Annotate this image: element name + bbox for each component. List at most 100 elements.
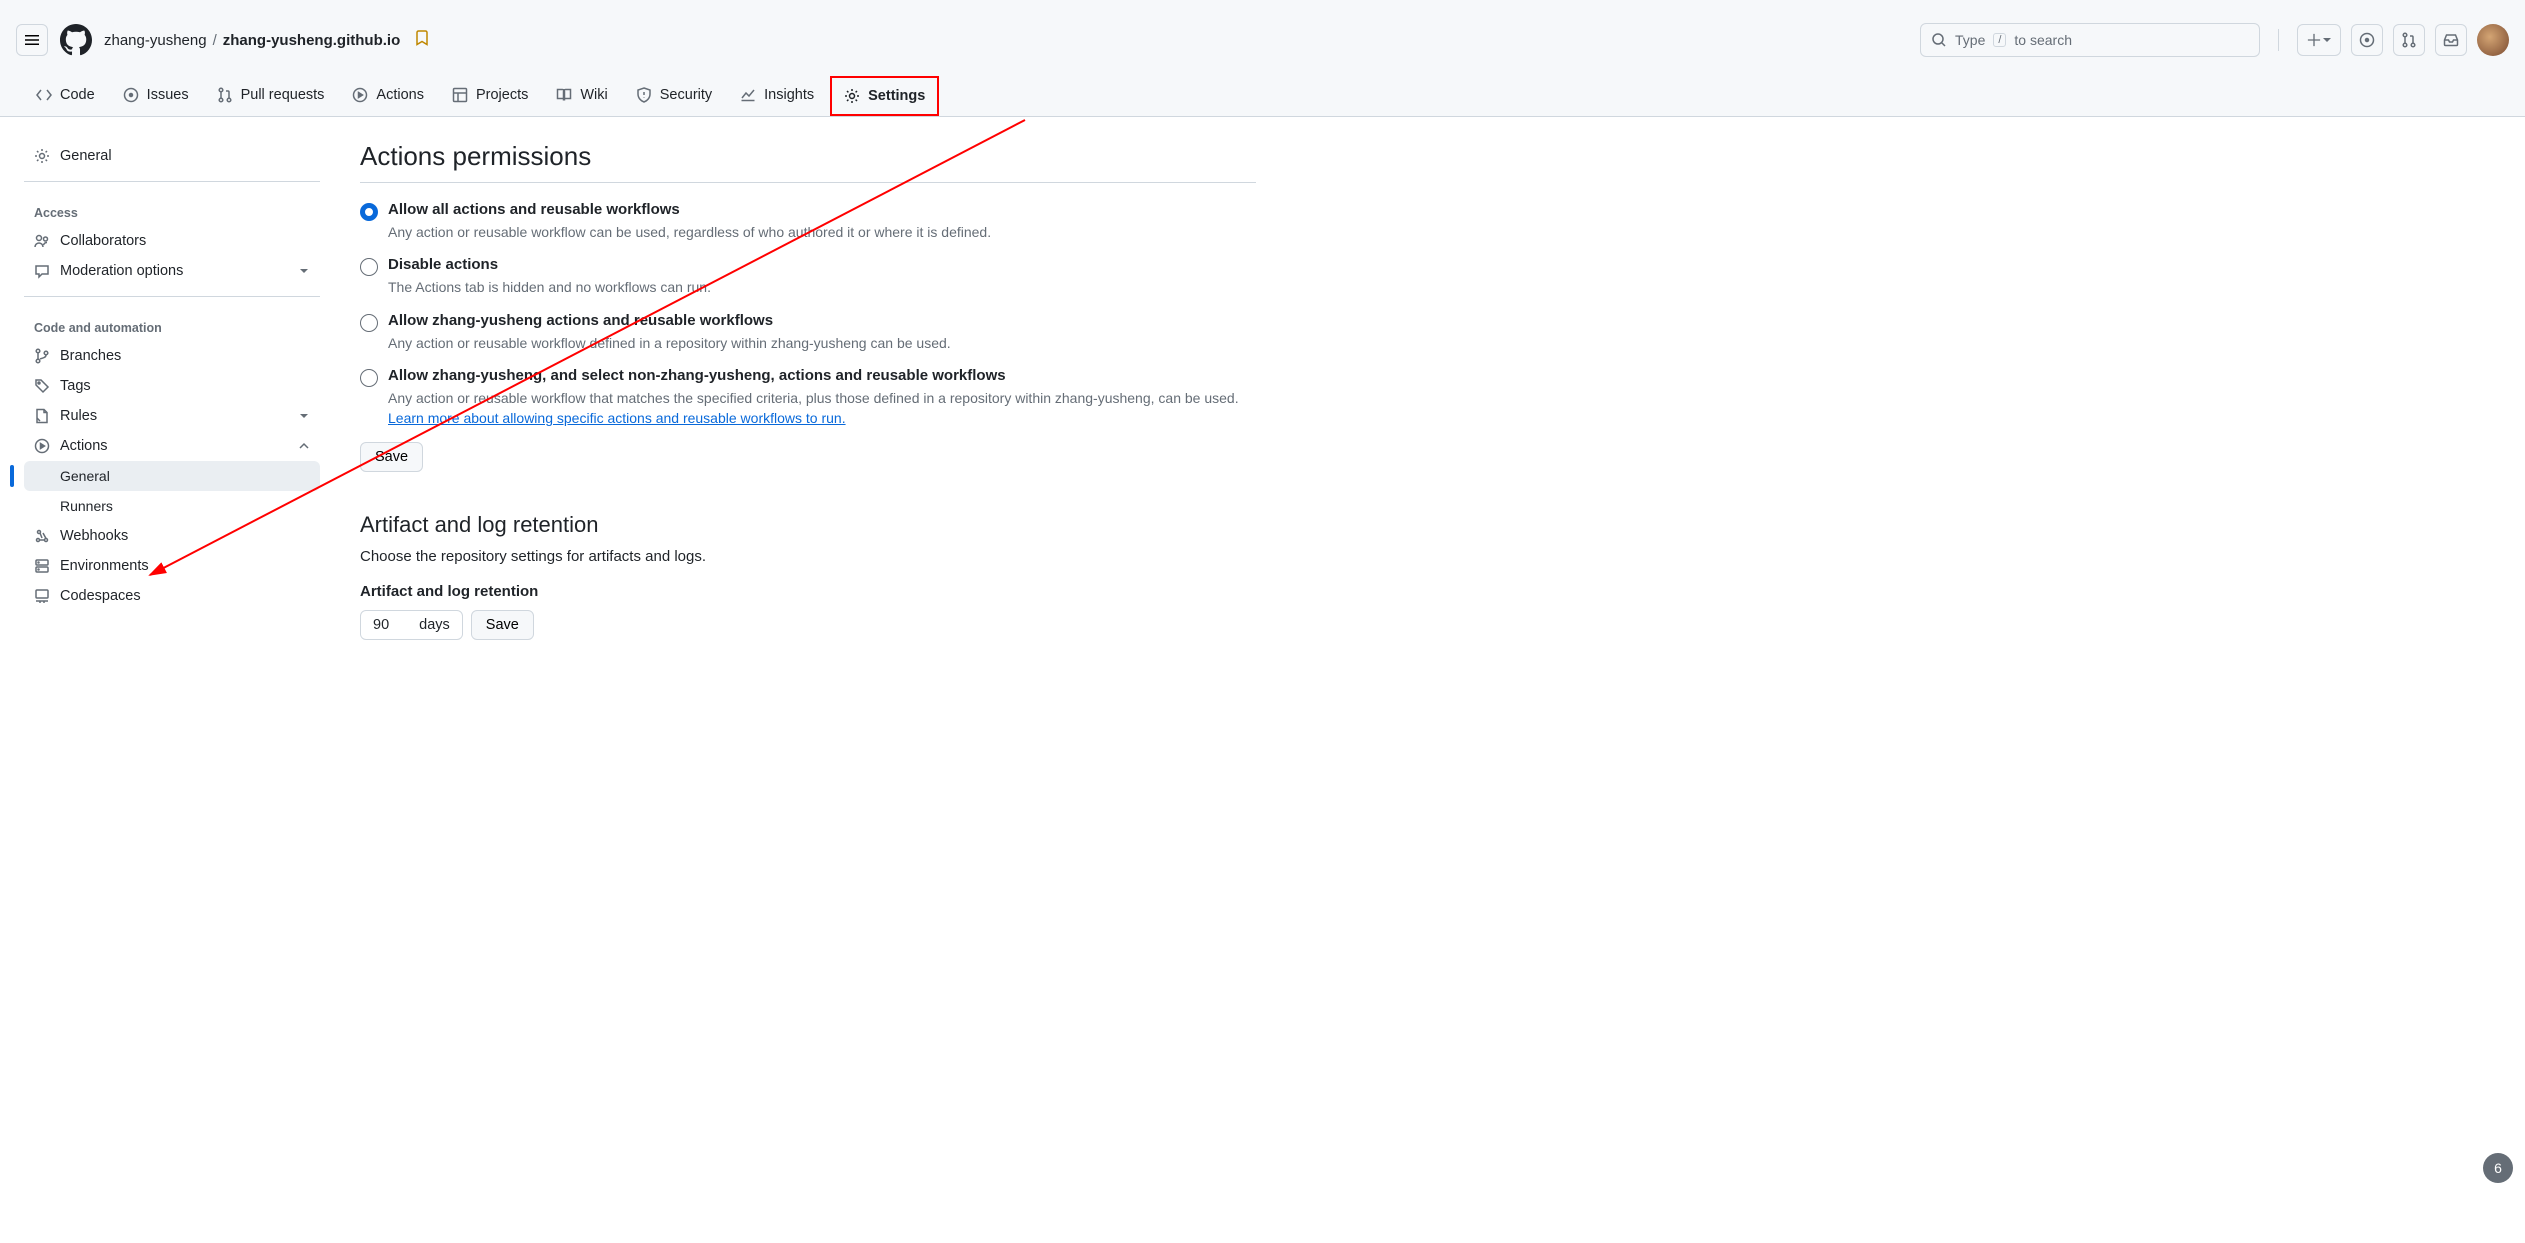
radio-input[interactable] xyxy=(360,314,378,332)
avatar[interactable] xyxy=(2477,24,2509,56)
sidebar-item-moderation[interactable]: Moderation options xyxy=(24,256,320,286)
file-icon xyxy=(34,408,50,424)
tab-actions[interactable]: Actions xyxy=(340,76,436,116)
sidebar-item-label: Webhooks xyxy=(60,528,128,544)
sidebar-item-label: Environments xyxy=(60,558,149,574)
divider xyxy=(24,296,320,297)
content: Actions permissions Allow all actions an… xyxy=(320,141,1280,640)
create-new-button[interactable] xyxy=(2297,24,2341,56)
tab-label: Settings xyxy=(868,88,925,104)
radio-title: Disable actions xyxy=(388,256,711,273)
radio-desc: Any action or reusable workflow that mat… xyxy=(388,388,1256,429)
retention-value: 90 xyxy=(373,617,389,633)
tab-label: Pull requests xyxy=(241,87,325,103)
save-permissions-button[interactable]: Save xyxy=(360,442,423,472)
save-retention-button[interactable]: Save xyxy=(471,610,534,640)
radio-input[interactable] xyxy=(360,369,378,387)
divider xyxy=(24,181,320,182)
separator xyxy=(2278,29,2279,51)
dot-circle-icon xyxy=(123,87,139,103)
sidebar-item-label: General xyxy=(60,468,110,484)
webhook-icon xyxy=(34,528,50,544)
sidebar-item-label: Moderation options xyxy=(60,263,183,279)
dot-circle-icon xyxy=(2359,32,2375,48)
tab-projects[interactable]: Projects xyxy=(440,76,540,116)
sidebar-item-tags[interactable]: Tags xyxy=(24,371,320,401)
sidebar-item-general[interactable]: General xyxy=(24,141,320,171)
search-icon xyxy=(1931,32,1947,48)
repo-nav: Code Issues Pull requests Actions Projec… xyxy=(16,76,2509,116)
tab-label: Projects xyxy=(476,87,528,103)
search-input[interactable]: Type / to search xyxy=(1920,23,2260,57)
chevron-up-icon xyxy=(298,440,310,452)
radio-input[interactable] xyxy=(360,203,378,221)
tab-label: Wiki xyxy=(580,87,607,103)
pull-requests-button[interactable] xyxy=(2393,24,2425,56)
tab-issues[interactable]: Issues xyxy=(111,76,201,116)
people-icon xyxy=(34,233,50,249)
sidebar-item-environments[interactable]: Environments xyxy=(24,551,320,581)
radio-desc-text: Any action or reusable workflow that mat… xyxy=(388,390,1239,406)
sidebar-item-collaborators[interactable]: Collaborators xyxy=(24,226,320,256)
learn-more-link[interactable]: Learn more about allowing specific actio… xyxy=(388,410,846,426)
sidebar-item-label: Actions xyxy=(60,438,108,454)
sidebar-item-label: Runners xyxy=(60,498,113,514)
sidebar-item-label: Collaborators xyxy=(60,233,146,249)
chevron-down-icon xyxy=(298,265,310,277)
tab-insights[interactable]: Insights xyxy=(728,76,826,116)
code-icon xyxy=(36,87,52,103)
radio-allow-all[interactable]: Allow all actions and reusable workflows… xyxy=(360,201,1256,242)
plus-icon xyxy=(2307,33,2321,47)
section-desc: Choose the repository settings for artif… xyxy=(360,548,1256,565)
search-slash-badge: / xyxy=(1993,33,2006,47)
issues-button[interactable] xyxy=(2351,24,2383,56)
breadcrumb: zhang-yusheng / zhang-yusheng.github.io xyxy=(104,30,430,50)
gear-icon xyxy=(34,148,50,164)
sidebar-item-label: Tags xyxy=(60,378,91,394)
sidebar-item-webhooks[interactable]: Webhooks xyxy=(24,521,320,551)
radio-body: Disable actions The Actions tab is hidde… xyxy=(388,256,711,297)
section-title-retention: Artifact and log retention xyxy=(360,512,1256,538)
bookmark-icon[interactable] xyxy=(414,30,430,50)
sidebar-item-actions[interactable]: Actions xyxy=(24,431,320,461)
breadcrumb-owner[interactable]: zhang-yusheng xyxy=(104,32,207,49)
radio-allow-owner[interactable]: Allow zhang-yusheng actions and reusable… xyxy=(360,312,1256,353)
divider xyxy=(360,182,1256,183)
radio-input[interactable] xyxy=(360,258,378,276)
sidebar-item-label: Rules xyxy=(60,408,97,424)
radio-title: Allow zhang-yusheng actions and reusable… xyxy=(388,312,951,329)
tab-settings[interactable]: Settings xyxy=(830,76,939,116)
graph-icon xyxy=(740,87,756,103)
radio-body: Allow all actions and reusable workflows… xyxy=(388,201,991,242)
sidebar-item-branches[interactable]: Branches xyxy=(24,341,320,371)
sidebar-item-actions-general[interactable]: General xyxy=(24,461,320,491)
radio-desc: The Actions tab is hidden and no workflo… xyxy=(388,277,711,297)
section-title-permissions: Actions permissions xyxy=(360,141,1256,172)
tab-security[interactable]: Security xyxy=(624,76,724,116)
breadcrumb-repo[interactable]: zhang-yusheng.github.io xyxy=(223,32,400,49)
shield-icon xyxy=(636,87,652,103)
menu-button[interactable] xyxy=(16,24,48,56)
sidebar-item-codespaces[interactable]: Codespaces xyxy=(24,581,320,611)
radio-disable[interactable]: Disable actions The Actions tab is hidde… xyxy=(360,256,1256,297)
gear-icon xyxy=(844,88,860,104)
sidebar-item-rules[interactable]: Rules xyxy=(24,401,320,431)
radio-body: Allow zhang-yusheng actions and reusable… xyxy=(388,312,951,353)
retention-days-input[interactable]: 90 days xyxy=(360,610,463,640)
tab-wiki[interactable]: Wiki xyxy=(544,76,619,116)
field-label-retention: Artifact and log retention xyxy=(360,583,1256,600)
tag-icon xyxy=(34,378,50,394)
breadcrumb-sep: / xyxy=(213,32,217,49)
radio-title: Allow zhang-yusheng, and select non-zhan… xyxy=(388,367,1256,384)
sidebar-item-actions-runners[interactable]: Runners xyxy=(24,491,320,521)
play-circle-icon xyxy=(34,438,50,454)
radio-allow-select[interactable]: Allow zhang-yusheng, and select non-zhan… xyxy=(360,367,1256,429)
tab-label: Code xyxy=(60,87,95,103)
float-badge[interactable]: 6 xyxy=(2483,1153,2513,1183)
tab-pull-requests[interactable]: Pull requests xyxy=(205,76,337,116)
github-logo[interactable] xyxy=(60,24,92,56)
inbox-button[interactable] xyxy=(2435,24,2467,56)
table-icon xyxy=(452,87,468,103)
sidebar-section-access: Access xyxy=(24,192,320,226)
tab-code[interactable]: Code xyxy=(24,76,107,116)
